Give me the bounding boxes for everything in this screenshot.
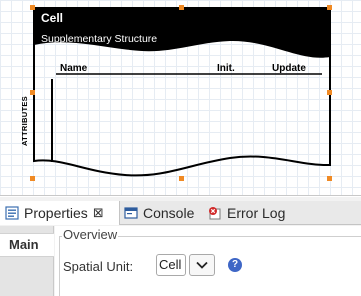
resize-handle-se[interactable] bbox=[327, 176, 332, 181]
chevron-down-icon bbox=[196, 261, 208, 269]
resize-handle-ne[interactable] bbox=[327, 5, 332, 10]
properties-panel: Properties ⊠ Console Error Log Main Over… bbox=[0, 197, 361, 296]
resize-handle-n[interactable] bbox=[179, 5, 184, 10]
tab-console-label: Console bbox=[143, 205, 195, 221]
shape-subtitle: Supplementary Structure bbox=[41, 33, 158, 45]
resize-handle-nw[interactable] bbox=[30, 5, 35, 10]
resize-handle-e[interactable] bbox=[327, 90, 332, 95]
help-icon[interactable]: ? bbox=[228, 258, 242, 272]
resize-handle-sw[interactable] bbox=[30, 176, 35, 181]
column-header-update: Update bbox=[272, 63, 306, 74]
tab-properties-label: Properties bbox=[24, 205, 88, 221]
resize-handle-w[interactable] bbox=[30, 90, 35, 95]
spatial-unit-label: Spatial Unit: bbox=[63, 259, 134, 274]
error-log-icon bbox=[209, 207, 221, 220]
console-icon bbox=[124, 207, 138, 219]
view-tab-bar: Properties ⊠ Console Error Log bbox=[0, 201, 361, 225]
properties-content: Overview Spatial Unit: Cell ? bbox=[55, 226, 361, 296]
resize-handle-s[interactable] bbox=[179, 176, 184, 181]
properties-sections-sidebar: Main bbox=[0, 226, 54, 296]
attributes-label: ATTRIBUTES bbox=[20, 96, 29, 146]
close-icon[interactable]: ⊠ bbox=[93, 205, 104, 221]
spatial-unit-dropdown-button[interactable] bbox=[189, 254, 215, 276]
column-header-init: Init. bbox=[217, 63, 235, 74]
tab-properties[interactable]: Properties ⊠ bbox=[0, 201, 120, 225]
diagram-canvas[interactable]: Cell Supplementary Structure Name Init. … bbox=[0, 0, 361, 196]
column-header-name: Name bbox=[60, 63, 88, 74]
section-main[interactable]: Main bbox=[0, 233, 54, 257]
shape-title[interactable]: Cell bbox=[41, 11, 63, 25]
cell-shape[interactable] bbox=[0, 0, 361, 196]
spatial-unit-combo[interactable]: Cell bbox=[156, 254, 186, 276]
tab-console[interactable]: Console bbox=[124, 201, 194, 225]
overview-group-title: Overview bbox=[62, 227, 119, 242]
tab-error-log[interactable]: Error Log bbox=[208, 201, 285, 225]
tab-error-log-label: Error Log bbox=[227, 205, 286, 221]
properties-icon bbox=[5, 206, 19, 220]
